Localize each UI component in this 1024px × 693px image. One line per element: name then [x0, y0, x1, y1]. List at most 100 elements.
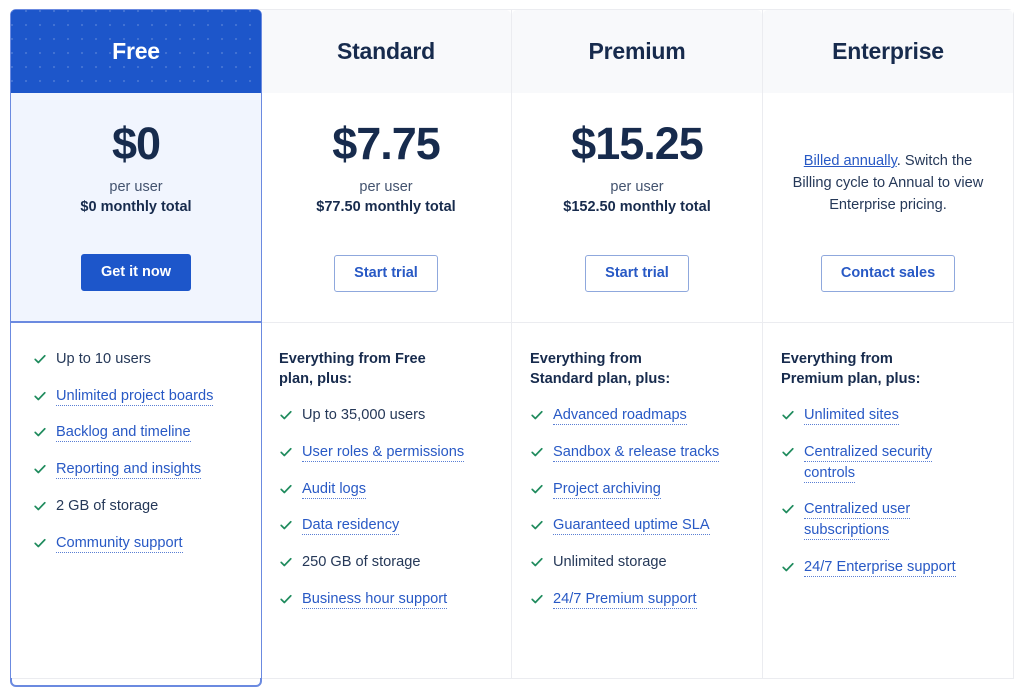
plan-column-enterprise: Enterprise Billed annually. Switch the Bi… — [763, 10, 1013, 678]
feature-text: Backlog and timeline — [56, 422, 191, 443]
pricing-table: Free $0 per user $0 monthly total Get it now… — [0, 0, 1024, 693]
feature-text: 2 GB of storage — [56, 497, 159, 514]
feature-text: Centralized user subscriptions — [804, 499, 984, 541]
feature-item: Audit logs — [279, 479, 489, 500]
feature-text: 250 GB of storage — [302, 554, 421, 571]
feature-text: User roles & permissions — [302, 442, 465, 463]
plan-price-unit: per user — [109, 178, 163, 195]
plan-header-free: Free — [11, 10, 261, 93]
plan-price: $0 — [111, 118, 161, 169]
feature-text: 24/7 Enterprise support — [804, 557, 956, 578]
feature-item: Business hour support — [279, 589, 489, 610]
plan-header-standard: Standard — [261, 10, 511, 93]
check-icon — [530, 555, 544, 569]
feature-link[interactable]: Reporting and insights — [56, 461, 202, 480]
plan-name: Enterprise — [832, 38, 944, 64]
plan-cta-button[interactable]: Contact sales — [820, 254, 956, 292]
plan-cta-button[interactable]: Start trial — [585, 254, 689, 292]
feature-link[interactable]: Sandbox & release tracks — [553, 443, 720, 462]
plan-cta-button[interactable]: Get it now — [80, 253, 192, 291]
plan-feature-heading: Everything from Standard plan, plus: — [530, 351, 671, 388]
plan-price-unit: per user — [610, 178, 664, 195]
check-icon — [781, 408, 795, 422]
plan-name: Premium — [588, 38, 686, 64]
feature-item: Guaranteed uptime SLA — [530, 515, 740, 536]
feature-link[interactable]: User roles & permissions — [302, 443, 465, 462]
plan-cta-wrap: Get it now — [80, 253, 192, 321]
check-icon — [530, 592, 544, 606]
feature-link[interactable]: Centralized security controls — [804, 443, 933, 483]
plan-monthly-total: $152.50 monthly total — [563, 198, 711, 215]
feature-link[interactable]: Backlog and timeline — [56, 424, 191, 443]
feature-text: Unlimited project boards — [56, 386, 214, 407]
check-icon — [279, 482, 293, 496]
check-icon — [279, 408, 293, 422]
feature-link[interactable]: Unlimited sites — [804, 407, 899, 426]
feature-item: 2 GB of storage — [33, 496, 239, 517]
plan-cta-wrap: Start trial — [585, 254, 689, 322]
plan-monthly-total: $77.50 monthly total — [316, 198, 456, 215]
check-icon — [279, 555, 293, 569]
feature-item: Sandbox & release tracks — [530, 442, 740, 463]
feature-link[interactable]: Advanced roadmaps — [553, 407, 687, 426]
feature-link[interactable]: Unlimited project boards — [56, 387, 214, 406]
feature-link[interactable]: 24/7 Premium support — [553, 590, 697, 609]
feature-item: Unlimited storage — [530, 552, 740, 573]
feature-item: Up to 35,000 users — [279, 405, 489, 426]
check-icon — [530, 518, 544, 532]
check-icon — [781, 445, 795, 459]
plan-column-free: Free $0 per user $0 monthly total Get it now… — [10, 9, 262, 687]
plan-header-enterprise: Enterprise — [763, 10, 1013, 93]
check-icon — [33, 536, 47, 550]
feature-item: Unlimited project boards — [33, 386, 239, 407]
plan-monthly-total: $0 monthly total — [80, 198, 192, 215]
feature-link[interactable]: Community support — [56, 534, 183, 553]
plan-column-standard: Standard $7.75 per user $77.50 monthly tota… — [261, 10, 512, 678]
feature-text: Community support — [56, 533, 183, 554]
feature-text: Up to 35,000 users — [302, 407, 426, 424]
check-icon — [781, 560, 795, 574]
check-icon — [781, 502, 795, 516]
feature-item: Project archiving — [530, 479, 740, 500]
feature-item: Up to 10 users — [33, 349, 239, 370]
feature-text: Up to 10 users — [56, 351, 151, 367]
feature-link[interactable]: Audit logs — [302, 480, 367, 499]
plan-price-block: Billed annually. Switch the Billing cycl… — [763, 93, 1013, 323]
plan-cta-button[interactable]: Start trial — [334, 254, 438, 292]
feature-link[interactable]: Data residency — [302, 517, 400, 536]
pricing-columns: Free $0 per user $0 monthly total Get it now… — [10, 9, 1014, 687]
billed-annually-link[interactable]: Billed annually — [804, 153, 897, 169]
feature-text: Advanced roadmaps — [553, 405, 687, 426]
feature-link[interactable]: Centralized user subscriptions — [804, 501, 911, 541]
plan-header-premium: Premium — [512, 10, 762, 93]
plan-price-unit: per user — [359, 178, 413, 195]
feature-link[interactable]: Project archiving — [553, 480, 661, 499]
plan-feature-list: Up to 10 users Unlimited project boards Ba… — [11, 323, 261, 678]
feature-item: Data residency — [279, 515, 489, 536]
plan-feature-list: Everything from Standard plan, plus: Adva… — [512, 323, 762, 678]
feature-item: 24/7 Premium support — [530, 589, 740, 610]
check-icon — [279, 592, 293, 606]
feature-item: Unlimited sites — [781, 405, 991, 426]
check-icon — [33, 462, 47, 476]
feature-text: Business hour support — [302, 589, 448, 610]
feature-text: 24/7 Premium support — [553, 589, 697, 610]
plan-price-block: $0 per user $0 monthly total Get it now — [11, 93, 261, 323]
plan-price: $15.25 — [571, 118, 704, 169]
check-icon — [33, 425, 47, 439]
plan-cta-wrap: Contact sales — [820, 254, 956, 322]
feature-text: Guaranteed uptime SLA — [553, 515, 710, 536]
plan-name: Free — [112, 38, 160, 64]
feature-item: Centralized security controls — [781, 442, 991, 483]
plan-column-premium: Premium $15.25 per user $152.50 monthly tot… — [512, 10, 763, 678]
check-icon — [33, 352, 47, 366]
check-icon — [33, 499, 47, 513]
plan-billing-note: Billed annually. Switch the Billing cycl… — [788, 151, 988, 217]
feature-item: Reporting and insights — [33, 459, 239, 480]
feature-item: Backlog and timeline — [33, 422, 239, 443]
plan-name: Standard — [336, 38, 436, 64]
feature-link[interactable]: 24/7 Enterprise support — [804, 558, 956, 577]
feature-link[interactable]: Business hour support — [302, 590, 448, 609]
feature-link[interactable]: Guaranteed uptime SLA — [553, 517, 710, 536]
plan-feature-list: Everything from Free plan, plus: Up to 35… — [261, 323, 511, 678]
